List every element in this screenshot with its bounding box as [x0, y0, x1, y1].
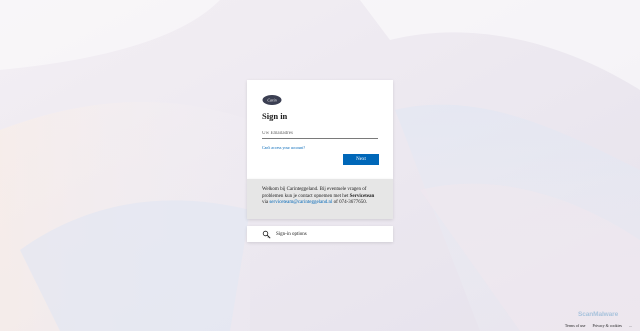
signin-options-label: Sign-in options	[276, 231, 307, 237]
footer: Terms of use Privacy & cookies ...	[565, 323, 632, 328]
more-options-link[interactable]: ...	[629, 323, 632, 328]
terms-link[interactable]: Terms of use	[565, 323, 586, 328]
servicedesk-name: Servicetean	[349, 193, 375, 199]
next-button[interactable]: Next	[343, 154, 379, 165]
svg-text:Carin: Carin	[267, 98, 276, 103]
signin-card: Carin Sign in Can't access your account?…	[247, 80, 393, 179]
company-logo: Carin	[262, 95, 282, 105]
page-title: Sign in	[262, 111, 288, 121]
privacy-link[interactable]: Privacy & cookies	[592, 323, 622, 328]
service-email-link[interactable]: serviceteam@carinteggeland.nl	[269, 200, 332, 205]
key-search-icon	[262, 230, 271, 239]
info-phone: of 074-3677650.	[332, 200, 367, 205]
cant-access-link[interactable]: Can't access your account?	[262, 145, 378, 151]
signin-options-button[interactable]: Sign-in options	[247, 226, 393, 242]
info-panel: Welkom bij Carinteggeland. Bij eventuele…	[247, 179, 393, 219]
watermark: ScanMalware	[578, 311, 619, 318]
email-input[interactable]	[262, 129, 378, 139]
